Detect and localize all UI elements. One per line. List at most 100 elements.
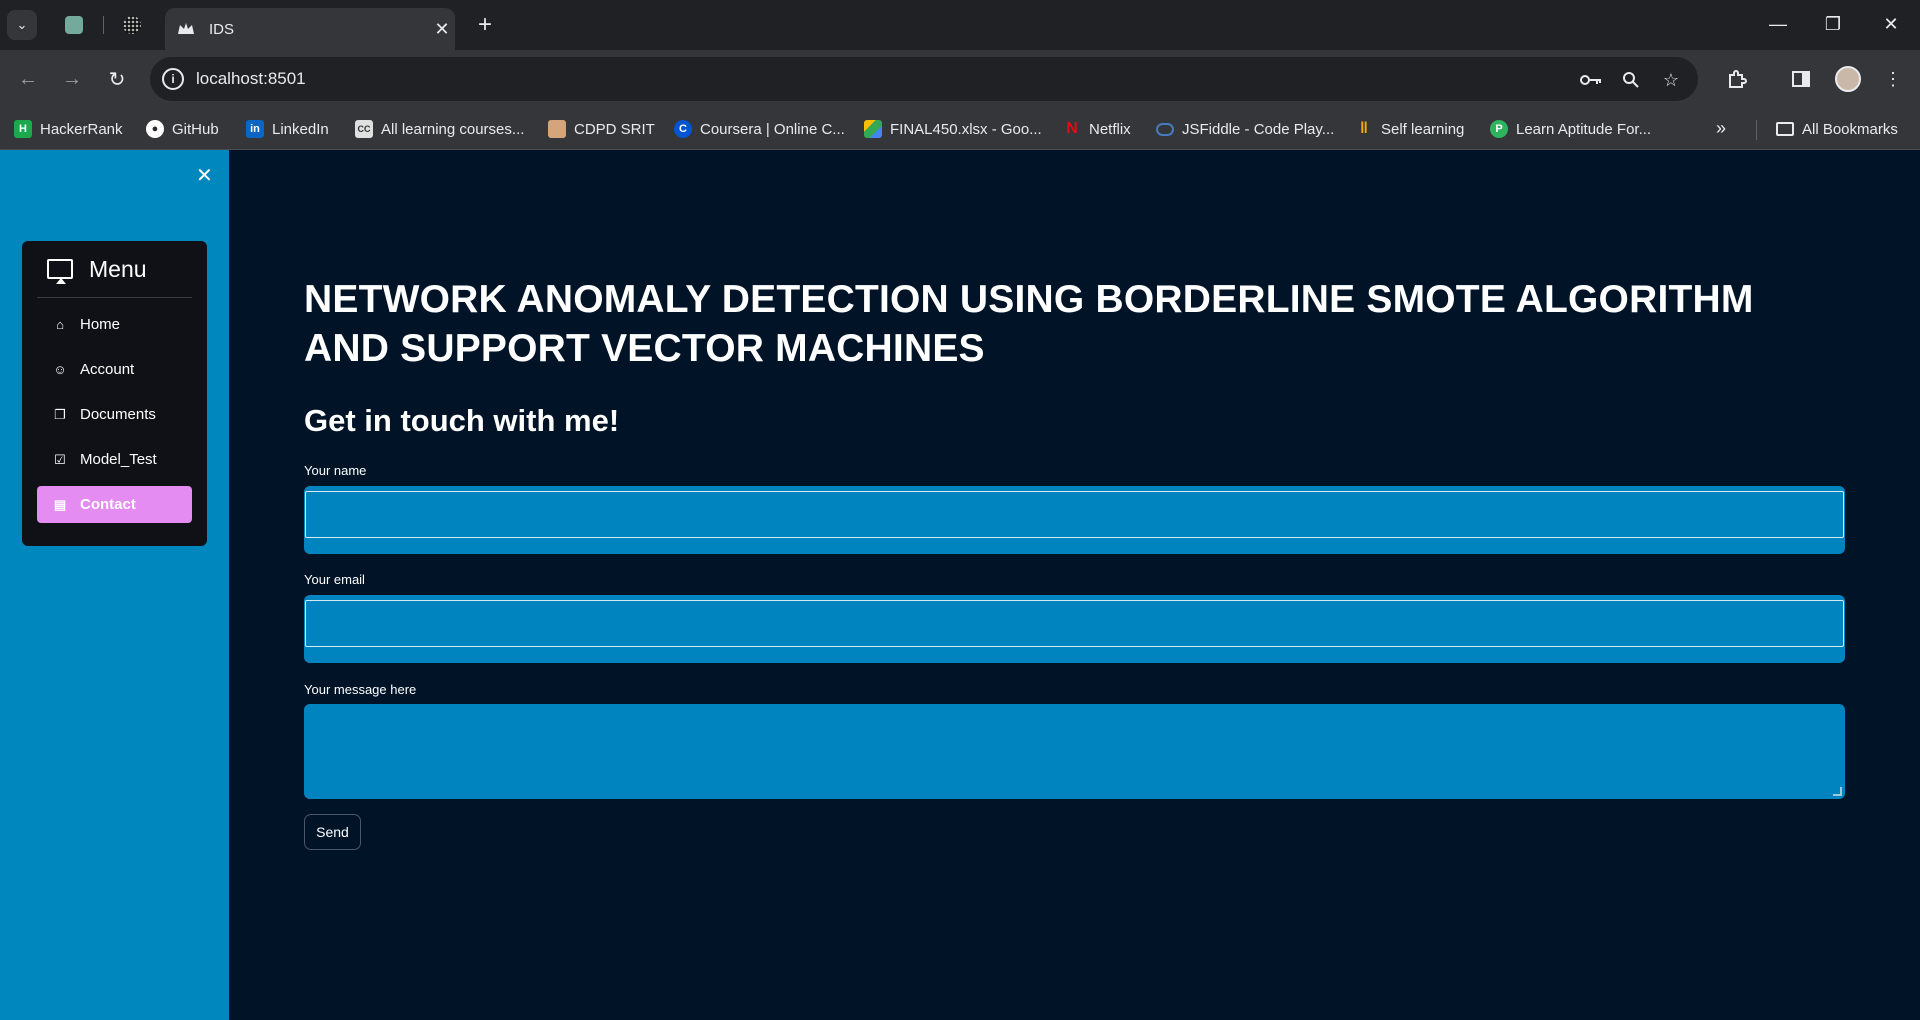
email-field-container [304, 595, 1845, 663]
bookmarks-overflow-icon[interactable]: » [1716, 118, 1726, 139]
aptitude-icon: P [1490, 120, 1508, 138]
back-arrow-icon[interactable]: ← [13, 64, 43, 94]
house-icon: ⌂ [56, 317, 64, 332]
check-square-icon: ☑ [54, 451, 66, 467]
all-bookmarks-label: All Bookmarks [1802, 120, 1898, 138]
tab-separator [103, 16, 104, 34]
zoom-icon[interactable] [1618, 67, 1644, 93]
streamlit-crown-icon [177, 20, 195, 38]
resize-grip-icon[interactable] [1833, 787, 1842, 796]
sidebar-item-label: Contact [80, 496, 136, 513]
browser-tab-bar: ⌄ IDS ✕ + — ❐ ✕ [0, 0, 1920, 50]
bookmark-learn-aptitude[interactable]: P Learn Aptitude For... [1490, 118, 1651, 140]
tab-title: IDS [209, 20, 235, 38]
self-learning-icon: ‖ [1360, 120, 1368, 137]
bookmark-learning-courses[interactable]: CC All learning courses... [355, 118, 524, 140]
menu-header: Menu [37, 241, 192, 298]
password-key-icon[interactable] [1578, 67, 1604, 93]
name-label: Your name [304, 463, 367, 478]
sidebar-close-icon[interactable]: ✕ [196, 163, 213, 188]
bookmark-label: CDPD SRIT [574, 120, 655, 138]
bookmark-cdpd-srit[interactable]: CDPD SRIT [548, 118, 655, 140]
profile-avatar[interactable] [1835, 66, 1861, 92]
menu-card: Menu ⌂ Home ☺ Account ❐ Documents ☑ Mode… [22, 241, 207, 546]
tab-close-icon[interactable]: ✕ [429, 19, 455, 40]
bookmark-label: LinkedIn [272, 120, 329, 138]
reload-icon[interactable]: ↻ [102, 64, 132, 94]
bookmark-coursera[interactable]: C Coursera | Online C... [674, 118, 845, 140]
cc-icon: CC [355, 120, 373, 138]
person-circle-icon: ☺ [53, 362, 67, 377]
bookmarks-separator [1756, 120, 1757, 140]
bookmark-netflix[interactable]: N Netflix [1063, 118, 1131, 140]
tab-ids[interactable]: IDS ✕ [165, 8, 455, 50]
menu-title: Menu [89, 255, 147, 282]
bookmark-label: Self learning [1381, 120, 1465, 138]
sidebar-item-label: Documents [80, 406, 156, 423]
email-input[interactable] [305, 600, 1844, 647]
bookmark-star-icon[interactable]: ☆ [1658, 67, 1684, 93]
minimize-icon[interactable]: — [1753, 8, 1803, 40]
url-text: localhost:8501 [196, 69, 306, 88]
hackerrank-icon: H [14, 120, 32, 138]
pinned-tab-chatgpt[interactable] [62, 13, 86, 37]
site-info-icon[interactable]: i [162, 68, 184, 90]
pinned-tab-dots[interactable] [120, 13, 144, 37]
restore-icon[interactable]: ❐ [1808, 8, 1858, 40]
message-textarea[interactable] [304, 704, 1845, 799]
new-tab-plus-icon[interactable]: + [470, 10, 500, 40]
netflix-icon: N [1066, 120, 1078, 137]
sidebar-item-account[interactable]: ☺ Account [37, 351, 192, 388]
bookmark-self-learning[interactable]: ‖ Self learning [1355, 118, 1464, 140]
main-content: NETWORK ANOMALY DETECTION USING BORDERLI… [229, 150, 1920, 1020]
message-field-container [304, 704, 1845, 799]
bookmark-hackerrank[interactable]: H HackerRank [14, 118, 123, 140]
bookmark-final450[interactable]: FINAL450.xlsx - Goo... [864, 118, 1042, 140]
google-drive-icon [864, 120, 882, 138]
sidebar-item-contact[interactable]: ▤ Contact [37, 486, 192, 523]
browser-menu-icon[interactable]: ⋮ [1878, 64, 1908, 94]
extensions-puzzle-icon[interactable] [1722, 64, 1752, 94]
cdpd-icon [548, 120, 566, 138]
window-close-icon[interactable]: ✕ [1866, 8, 1916, 40]
bookmark-linkedin[interactable]: in LinkedIn [246, 118, 329, 140]
address-bar[interactable]: i localhost:8501 ☆ [150, 57, 1698, 101]
bookmark-label: HackerRank [40, 120, 123, 138]
name-input[interactable] [305, 491, 1844, 538]
bookmark-jsfiddle[interactable]: JSFiddle - Code Play... [1156, 118, 1334, 140]
forward-arrow-icon[interactable]: → [57, 64, 87, 94]
bookmark-label: GitHub [172, 120, 219, 138]
sidebar-item-home[interactable]: ⌂ Home [37, 306, 192, 343]
side-panel-icon[interactable] [1786, 64, 1816, 94]
display-icon [47, 259, 73, 284]
bookmark-label: All learning courses... [381, 120, 525, 138]
send-button[interactable]: Send [304, 814, 361, 850]
sidebar-item-label: Model_Test [80, 451, 157, 468]
bookmark-github[interactable]: ● GitHub [146, 118, 219, 140]
sidebar: ✕ Menu ⌂ Home ☺ Account ❐ Documents ☑ Mo… [0, 150, 229, 1020]
bookmark-label: Netflix [1089, 120, 1131, 138]
section-subtitle: Get in touch with me! [304, 403, 620, 438]
chatgpt-icon [65, 16, 83, 34]
folder-icon [1776, 122, 1794, 136]
bookmark-label: FINAL450.xlsx - Goo... [890, 120, 1042, 138]
name-field-container [304, 486, 1845, 554]
bookmarks-bar: H HackerRank ● GitHub in LinkedIn CC All… [0, 108, 1920, 150]
email-label: Your email [304, 572, 365, 587]
bookmark-label: Coursera | Online C... [700, 120, 845, 138]
bookmark-label: Learn Aptitude For... [1516, 120, 1652, 138]
bookmark-label: JSFiddle - Code Play... [1182, 120, 1335, 138]
sidebar-item-label: Home [80, 316, 121, 333]
tab-search-chevron-icon[interactable]: ⌄ [7, 10, 37, 40]
sidebar-item-documents[interactable]: ❐ Documents [37, 396, 192, 433]
page-title: NETWORK ANOMALY DETECTION USING BORDERLI… [304, 278, 1754, 370]
github-icon: ● [146, 120, 164, 138]
dots-icon [123, 16, 141, 34]
browser-toolbar: ← → ↻ i localhost:8501 ☆ ⋮ [0, 50, 1920, 108]
contact-card-icon: ▤ [53, 496, 67, 512]
files-icon: ❐ [54, 406, 66, 422]
sidebar-item-model-test[interactable]: ☑ Model_Test [37, 441, 192, 478]
jsfiddle-icon [1156, 122, 1174, 136]
all-bookmarks[interactable]: All Bookmarks [1776, 118, 1898, 140]
sidebar-item-label: Account [80, 361, 135, 378]
